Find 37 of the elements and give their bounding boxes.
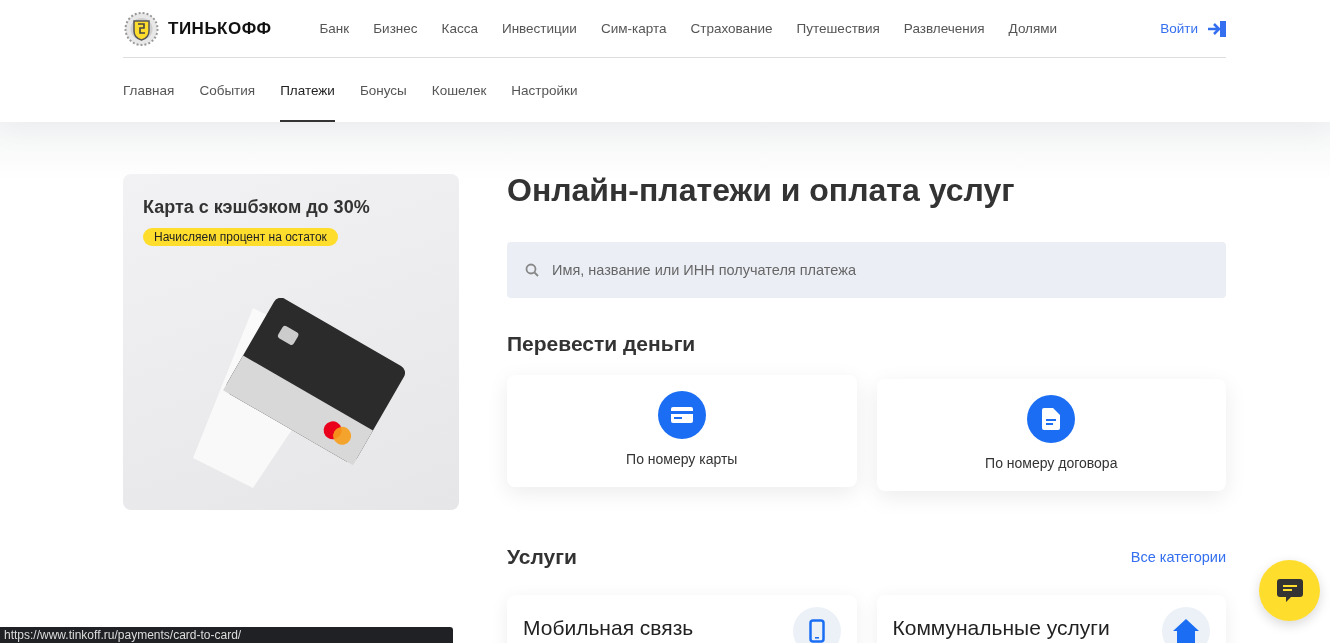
all-categories-link[interactable]: Все категории xyxy=(1130,549,1226,565)
chat-bubble-icon xyxy=(1276,578,1303,603)
shield-emblem-icon xyxy=(123,11,160,46)
nav-link[interactable]: Путешествия xyxy=(796,21,880,36)
nav-link[interactable]: Бизнес xyxy=(373,21,418,36)
login-link[interactable]: Войти xyxy=(1160,20,1226,37)
nav-link[interactable]: Долями xyxy=(1008,21,1058,36)
tab[interactable]: Главная xyxy=(123,58,175,122)
tab[interactable]: События xyxy=(199,58,256,122)
tab[interactable]: Бонусы xyxy=(359,58,407,122)
nav-link[interactable]: Инвестиции xyxy=(501,21,577,36)
promo-badge: Начисляем процент на остаток xyxy=(143,228,338,246)
nav-link[interactable]: Сим-карта xyxy=(600,21,667,36)
page-title: Онлайн-платежи и оплата услуг xyxy=(507,174,1016,206)
transfer-option[interactable]: По номеру договора xyxy=(876,379,1226,491)
document-icon xyxy=(1042,408,1061,430)
service-card[interactable]: Коммунальные услуги xyxy=(876,595,1226,643)
section-title: Перевести деньги xyxy=(507,331,697,357)
search-icon xyxy=(525,263,539,277)
promo-title: Карта с кэшбэком до 30% xyxy=(143,196,370,218)
promo-card[interactable]: Карта с кэшбэком до 30% Начисляем процент на остаток xyxy=(123,174,459,510)
logo-text[interactable]: ТИНЬКОФФ xyxy=(168,18,272,39)
nav-link[interactable]: Развлечения xyxy=(903,21,985,36)
tab[interactable]: Настройки xyxy=(511,58,578,122)
section-title: Услуги xyxy=(507,544,577,570)
search-field[interactable]: Имя, название или ИНН получателя платежа xyxy=(507,242,1226,298)
transfer-option[interactable]: По номеру карты xyxy=(507,375,857,487)
nav-link[interactable]: Страхование xyxy=(690,21,773,36)
link-status-bar: https://www.tinkoff.ru/payments/card-to-card/ xyxy=(0,627,453,643)
card-icon xyxy=(670,407,693,423)
nav-link[interactable]: Банк xyxy=(319,21,350,36)
service-card[interactable]: Мобильная связь xyxy=(507,595,857,643)
nav-link[interactable]: Касса xyxy=(441,21,478,36)
sign-in-icon xyxy=(1208,20,1226,37)
phone-icon xyxy=(808,619,825,643)
house-icon xyxy=(1173,619,1199,643)
tab[interactable]: Кошелек xyxy=(431,58,487,122)
